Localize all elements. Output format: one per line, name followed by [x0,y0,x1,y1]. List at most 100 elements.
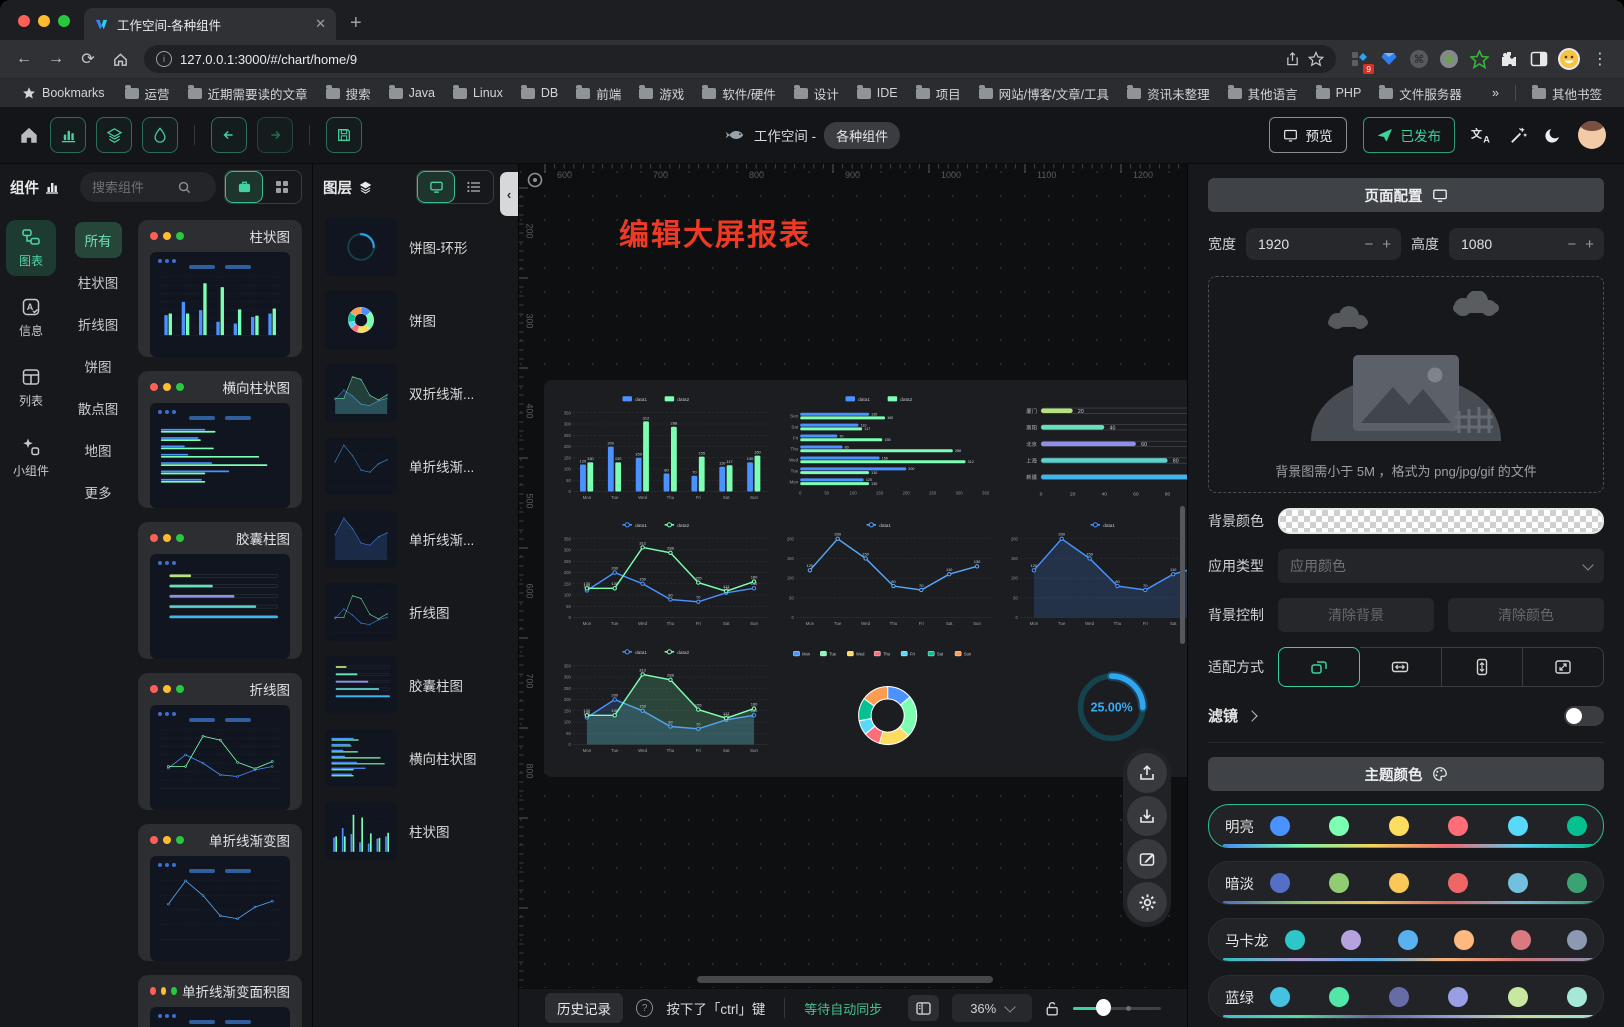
slider-thumb[interactable] [1096,999,1111,1016]
capsule-bar-chart[interactable]: 厦门20南阳40北京60上海80新疆100020406080100 [1001,390,1187,514]
category-item[interactable]: 所有 [75,222,122,258]
layer-item[interactable]: 单折线渐... [325,437,506,495]
export-button[interactable] [1127,796,1167,836]
category-item[interactable]: 散点图 [68,390,129,426]
lock-icon[interactable] [1045,1000,1059,1017]
donut-chart[interactable]: MonTueWedThuFriSatSun [777,643,998,767]
bookmark-folder[interactable]: 资讯未整理 [1119,81,1218,106]
bookmark-folder[interactable]: 运营 [117,81,178,106]
category-item[interactable]: 地图 [75,432,122,468]
language-icon[interactable]: 文A [1471,125,1493,145]
clear-background-button[interactable]: 清除背景 [1278,598,1434,632]
bookmark-folder[interactable]: 文件服务器 [1371,81,1470,106]
bookmark-folder[interactable]: 软件/硬件 [694,81,783,106]
width-field[interactable] [1256,235,1312,253]
layer-item[interactable]: 胶囊柱图 [325,656,506,714]
theme-row-1[interactable]: 暗淡 [1208,861,1604,905]
user-avatar[interactable] [1578,121,1606,149]
url-bar[interactable]: i 127.0.0.1:3000/#/chart/home/9 [144,45,1336,73]
page-config-header[interactable]: 页面配置 [1208,178,1604,212]
rail-item-list[interactable]: 列表 [6,360,56,416]
layer-item[interactable]: 横向柱状图 [325,729,506,787]
component-card[interactable]: 横向柱状图 [138,371,302,508]
import-button[interactable] [1127,753,1167,793]
extension-record-icon[interactable] [1436,46,1462,72]
horizontal-bar-chart[interactable]: data1data2Mon120130Tue200130Wed150312Thu… [777,390,998,514]
fit-stretch-button[interactable] [1523,647,1604,687]
grid-view-button[interactable] [263,171,301,203]
forward-icon[interactable]: → [42,45,70,73]
bookmark-folder[interactable]: 近期需要读的文章 [180,81,316,106]
bookmarks-manager[interactable]: Bookmarks [14,83,113,103]
history-button[interactable]: 历史记录 [545,993,623,1023]
canvas-horizontal-scrollbar[interactable] [697,976,993,983]
bookmark-folder[interactable]: IDE [849,83,906,103]
theme-row-3[interactable]: 蓝绿 [1208,975,1604,1019]
back-icon[interactable]: ← [10,45,38,73]
list-view-button[interactable] [455,171,493,203]
chevron-right-icon[interactable] [1246,710,1257,721]
other-bookmarks[interactable]: 其他书签 [1524,81,1610,106]
width-input[interactable]: −+ [1246,228,1401,260]
redo-button[interactable] [257,117,293,153]
editor-canvas[interactable]: 6007008009001000110012001300 20030040050… [519,164,1187,1027]
profile-avatar[interactable] [1556,46,1582,72]
layer-item[interactable]: 单折线渐... [325,510,506,568]
minimize-window-button[interactable] [38,15,50,27]
width-plus-button[interactable]: + [1382,236,1391,253]
bookmark-folder[interactable]: 搜索 [318,81,379,106]
category-item[interactable]: 更多 [75,474,122,510]
preview-button[interactable]: 预览 [1269,117,1347,153]
zoom-select[interactable]: 36% [952,994,1033,1022]
bookmark-star-icon[interactable] [1308,51,1324,67]
workspace-badge[interactable]: 各种组件 [824,122,900,149]
layer-item[interactable]: 柱状图 [325,802,506,860]
category-item[interactable]: 饼图 [75,348,122,384]
component-card[interactable]: 胶囊柱图 [138,522,302,659]
magic-wand-icon[interactable] [1509,126,1528,145]
bar-chart[interactable]: data1data2050100150200250300350MonTueWed… [554,390,775,514]
undo-button[interactable] [211,117,247,153]
width-minus-button[interactable]: − [1364,236,1373,253]
dual-line-chart[interactable]: data1data2050100150200250300350MonTueWed… [554,516,775,640]
bookmarks-overflow[interactable]: » [1484,83,1507,103]
theme-drop-button[interactable] [142,117,178,153]
layers-panel-button[interactable] [96,117,132,153]
bookmark-folder[interactable]: DB [513,83,566,103]
category-item[interactable]: 折线图 [68,306,129,342]
rail-item-widget[interactable]: 小组件 [6,430,56,486]
reload-icon[interactable]: ⟳ [74,45,102,73]
single-line-area-chart[interactable]: data1050100150200MonTueWedThuFriSatSun12… [1001,516,1187,640]
fit-width-button[interactable] [1360,647,1441,687]
extension-star-icon[interactable] [1466,46,1492,72]
layer-item[interactable]: 双折线渐... [325,364,506,422]
layer-item[interactable]: 饼图-环形 [325,218,506,276]
component-search[interactable] [80,172,216,202]
save-button[interactable] [326,117,362,153]
canvas-text-element[interactable]: 编辑大屏报表 [619,210,811,254]
dark-mode-moon-icon[interactable] [1544,126,1562,144]
home-icon[interactable] [106,45,134,73]
url-text[interactable]: 127.0.0.1:3000/#/chart/home/9 [180,52,1277,67]
history-panel-icon[interactable] [908,995,939,1021]
component-card[interactable]: 单折线渐变面积图 [138,975,302,1027]
single-line-chart[interactable]: data1050100150200MonTueWedThuFriSatSun12… [777,516,998,640]
zoom-slider[interactable] [1073,1000,1161,1016]
clear-color-button[interactable]: 清除颜色 [1448,598,1604,632]
app-home-icon[interactable] [18,124,40,146]
fit-height-button[interactable] [1442,647,1523,687]
help-icon[interactable]: ? [636,999,653,1017]
new-tab-button[interactable]: + [336,12,376,40]
layer-item[interactable]: 饼图 [325,291,506,349]
site-info-icon[interactable]: i [156,51,172,67]
charts-panel-button[interactable] [50,117,86,153]
height-plus-button[interactable]: + [1585,236,1594,253]
gradient-line-chart[interactable]: data1data2050100150200250300350MonTueWed… [554,643,775,767]
progress-ring-chart[interactable]: 25.00% [1001,643,1187,767]
height-minus-button[interactable]: − [1567,236,1576,253]
theme-row-0[interactable]: 明亮 [1208,804,1604,848]
filter-toggle[interactable] [1564,706,1604,726]
background-color-swatch[interactable] [1278,508,1604,534]
theme-row-2[interactable]: 马卡龙 [1208,918,1604,962]
canvas-vertical-scrollbar[interactable] [1180,506,1185,644]
